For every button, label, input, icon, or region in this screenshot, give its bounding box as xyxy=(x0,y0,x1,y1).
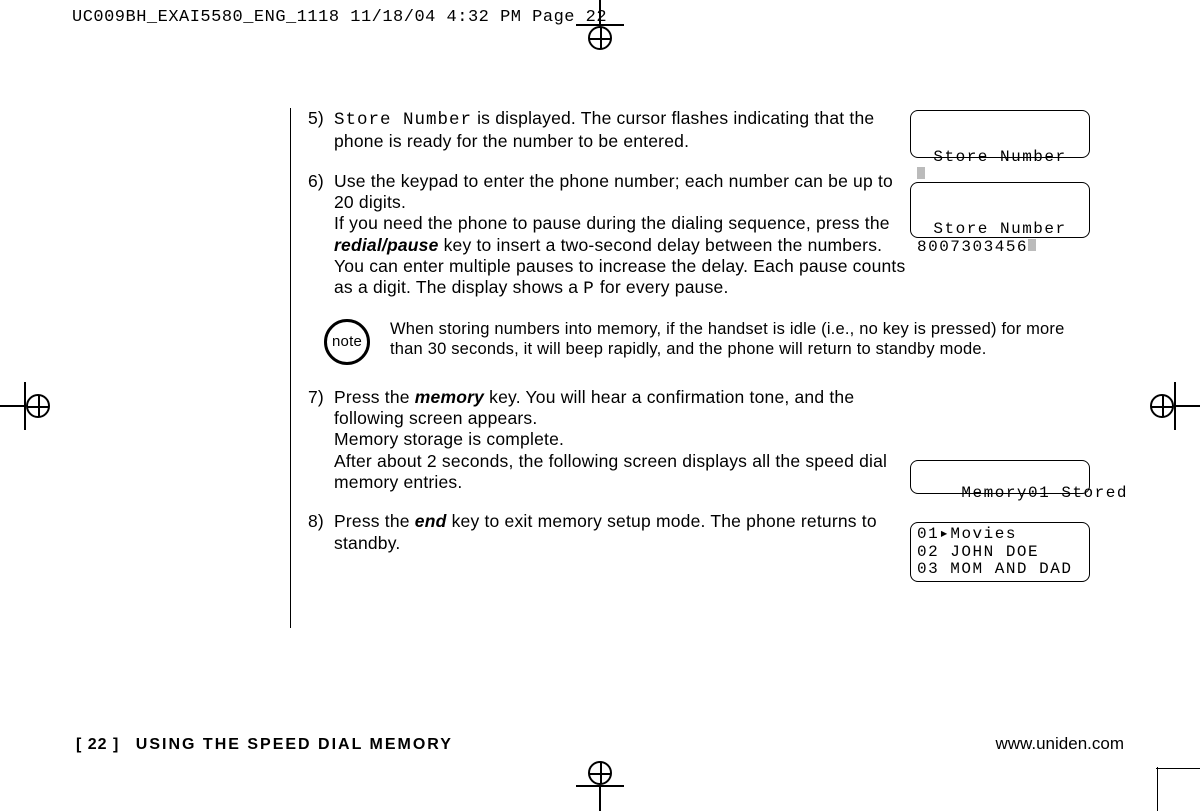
lcd-line: Memory01 Stored xyxy=(961,484,1128,502)
lcd-memory-stored: Memory01 Stored xyxy=(910,460,1090,494)
step-text: After about 2 seconds, the following scr… xyxy=(334,451,887,492)
step-text: Press the xyxy=(334,387,415,407)
lcd-line: Store Number xyxy=(917,221,1083,239)
lcd-memory-list: 01▸Movies 02 JOHN DOE 03 MOM AND DAD xyxy=(910,522,1090,582)
page-number: [ 22 ] xyxy=(76,736,119,753)
step-text: Use the keypad to enter the phone number… xyxy=(334,171,893,212)
section-title: USING THE SPEED DIAL MEMORY xyxy=(136,736,453,753)
lcd-store-number-filled: Store Number8007303456 xyxy=(910,182,1090,238)
step-number: 6) xyxy=(308,171,334,301)
lcd-line: 03 MOM AND DAD xyxy=(917,560,1072,578)
step-text: for every pause. xyxy=(595,277,729,297)
cursor-icon xyxy=(1028,239,1036,251)
key-name-end: end xyxy=(415,511,447,531)
note-block: note When storing numbers into memory, i… xyxy=(324,319,1098,365)
step-text: If you need the phone to pause during th… xyxy=(334,213,890,233)
step-number: 5) xyxy=(308,108,334,153)
step-text: Memory storage is complete. xyxy=(334,429,564,449)
prepress-slug: UC009BH_EXAI5580_ENG_1118 11/18/04 4:32 … xyxy=(72,8,607,27)
lcd-line: 01▸Movies xyxy=(917,525,1017,543)
key-name-memory: memory xyxy=(415,387,484,407)
inline-lcd-text: Store Number xyxy=(334,110,472,130)
step-number: 7) xyxy=(308,387,334,494)
footer-url: www.uniden.com xyxy=(995,734,1124,754)
page-footer: [ 22 ] USING THE SPEED DIAL MEMORY www.u… xyxy=(76,734,1124,754)
note-icon: note xyxy=(324,319,370,365)
inline-lcd-text: P xyxy=(583,279,595,299)
cursor-icon xyxy=(917,167,925,179)
key-name-redial-pause: redial/pause xyxy=(334,235,439,255)
lcd-line: 8007303456 xyxy=(917,238,1028,256)
lcd-store-number-empty: Store Number xyxy=(910,110,1090,158)
lcd-line: 02 JOHN DOE xyxy=(917,543,1039,561)
note-text: When storing numbers into memory, if the… xyxy=(390,319,1090,360)
step-number: 8) xyxy=(308,511,334,554)
lcd-line: Store Number xyxy=(917,149,1083,167)
step-text: Press the xyxy=(334,511,415,531)
